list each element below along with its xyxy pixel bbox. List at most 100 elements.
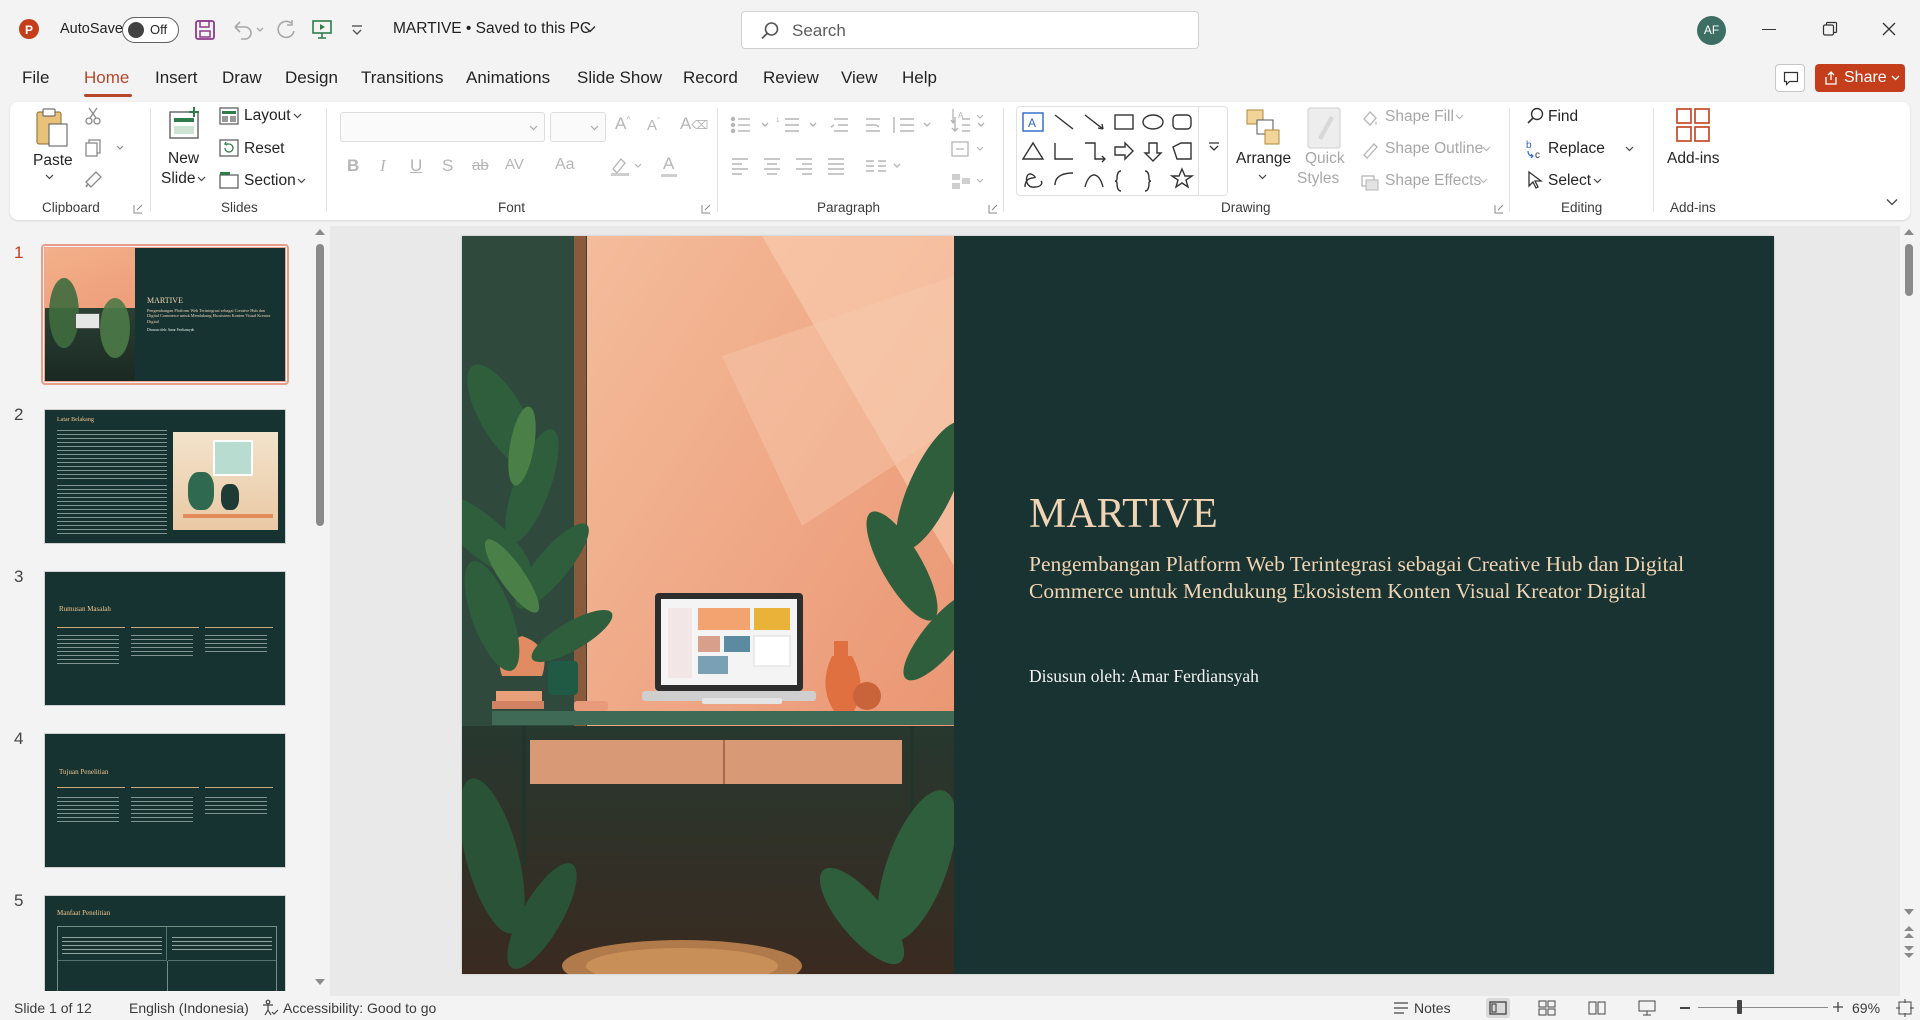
- section-button[interactable]: Section: [244, 172, 296, 190]
- slide-title[interactable]: MARTIVE: [1029, 490, 1218, 538]
- tab-help[interactable]: Help: [902, 68, 937, 88]
- reset-button[interactable]: Reset: [244, 140, 285, 158]
- arrange-button[interactable]: Arrange: [1236, 150, 1291, 168]
- tab-review[interactable]: Review: [763, 68, 819, 88]
- quick-styles-label-2[interactable]: Styles: [1297, 170, 1339, 188]
- layout-icon[interactable]: [219, 107, 239, 125]
- chevron-down-icon[interactable]: [1482, 146, 1491, 152]
- fit-to-window-icon[interactable]: [1896, 999, 1914, 1017]
- chevron-down-icon[interactable]: [1455, 114, 1464, 120]
- tab-animations[interactable]: Animations: [466, 68, 550, 88]
- tab-design[interactable]: Design: [285, 68, 338, 88]
- search-box[interactable]: Search: [741, 11, 1199, 49]
- tab-view[interactable]: View: [841, 68, 878, 88]
- italic-button[interactable]: I: [380, 156, 386, 176]
- font-color-button[interactable]: A: [663, 154, 674, 174]
- reset-icon[interactable]: [219, 139, 239, 157]
- convert-to-smartart-icon[interactable]: [950, 170, 986, 192]
- collapse-ribbon-icon[interactable]: [1886, 198, 1898, 206]
- cut-icon[interactable]: [84, 106, 102, 126]
- customize-toolbar-icon[interactable]: [350, 24, 364, 36]
- chevron-down-icon[interactable]: [1479, 178, 1488, 184]
- add-ins-button[interactable]: Add-ins: [1667, 150, 1720, 168]
- share-button[interactable]: Share: [1815, 64, 1905, 92]
- text-direction-icon[interactable]: A: [950, 106, 986, 128]
- next-slide-icon[interactable]: [1902, 944, 1916, 960]
- thumbnail-scrollbar-thumb[interactable]: [316, 244, 324, 526]
- dialog-launcher-icon[interactable]: [1494, 204, 1504, 214]
- align-text-icon[interactable]: [950, 138, 986, 160]
- paste-icon[interactable]: [34, 106, 70, 148]
- chevron-down-icon[interactable]: [1593, 178, 1602, 184]
- language-indicator[interactable]: English (Indonesia): [129, 1000, 249, 1016]
- save-icon[interactable]: [194, 19, 216, 41]
- slide-counter[interactable]: Slide 1 of 12: [14, 1000, 92, 1016]
- chevron-down-icon[interactable]: [1258, 174, 1267, 180]
- zoom-level[interactable]: 69%: [1852, 1000, 1880, 1016]
- shape-effects-icon[interactable]: [1360, 173, 1380, 191]
- highlight-color-icon[interactable]: [609, 155, 645, 177]
- chevron-down-icon[interactable]: [197, 176, 206, 182]
- chevron-down-icon[interactable]: [45, 174, 54, 180]
- zoom-slider-thumb[interactable]: [1737, 1000, 1742, 1014]
- section-icon[interactable]: [219, 171, 239, 189]
- dialog-launcher-icon[interactable]: [701, 204, 711, 214]
- slide-thumbnail-5[interactable]: Manfaat Penelitian: [44, 895, 286, 991]
- chevron-down-icon[interactable]: [1625, 146, 1634, 152]
- shape-fill-button[interactable]: Shape Fill: [1385, 108, 1454, 126]
- find-button[interactable]: Find: [1548, 108, 1578, 126]
- format-painter-icon[interactable]: [84, 170, 104, 188]
- shape-outline-icon[interactable]: [1360, 141, 1380, 159]
- tab-transitions[interactable]: Transitions: [361, 68, 444, 88]
- slide-thumbnail-1[interactable]: MARTIVE Pengembangan Platform Web Terint…: [44, 247, 286, 382]
- chevron-down-icon[interactable]: [297, 178, 306, 184]
- scroll-down-arrow-icon[interactable]: [314, 977, 326, 987]
- find-icon[interactable]: [1526, 106, 1546, 126]
- document-title[interactable]: MARTIVE • Saved to this PC: [393, 20, 591, 38]
- tab-insert[interactable]: Insert: [155, 68, 198, 88]
- notes-button[interactable]: Notes: [1414, 1000, 1451, 1016]
- clear-formatting-icon[interactable]: A⌫: [680, 114, 708, 134]
- new-slide-icon[interactable]: [166, 106, 204, 142]
- avatar[interactable]: AF: [1697, 16, 1726, 45]
- chevron-down-icon[interactable]: [584, 25, 596, 34]
- accessibility-status[interactable]: Accessibility: Good to go: [283, 1000, 436, 1016]
- slide-canvas[interactable]: MARTIVE Pengembangan Platform Web Terint…: [462, 236, 1774, 974]
- decrease-font-size-icon[interactable]: Aˇ: [647, 116, 660, 134]
- minimize-icon[interactable]: [1762, 29, 1776, 30]
- previous-slide-icon[interactable]: [1902, 924, 1916, 940]
- slide-subtitle[interactable]: Pengembangan Platform Web Terintegrasi s…: [1029, 551, 1729, 605]
- layout-button[interactable]: Layout: [244, 107, 291, 125]
- scroll-up-arrow-icon[interactable]: [1903, 227, 1915, 237]
- quick-styles-icon[interactable]: [1306, 106, 1342, 150]
- tab-draw[interactable]: Draw: [222, 68, 262, 88]
- slide-show-icon[interactable]: [1638, 999, 1656, 1017]
- reading-view-icon[interactable]: [1588, 1000, 1606, 1016]
- tab-slide-show[interactable]: Slide Show: [577, 68, 662, 88]
- replace-icon[interactable]: bc: [1524, 138, 1546, 160]
- strikethrough-button[interactable]: ab: [472, 157, 489, 174]
- dialog-launcher-icon[interactable]: [133, 204, 143, 214]
- scroll-down-arrow-icon[interactable]: [1903, 907, 1915, 917]
- font-size-box[interactable]: [550, 112, 606, 142]
- present-from-start-icon[interactable]: [311, 18, 335, 40]
- change-case-button[interactable]: Aa: [555, 156, 575, 174]
- arrange-icon[interactable]: [1243, 106, 1283, 148]
- text-shadow-button[interactable]: S: [442, 156, 453, 176]
- slide-sorter-icon[interactable]: [1538, 1000, 1556, 1016]
- new-slide-label-2[interactable]: Slide: [161, 170, 195, 188]
- add-ins-icon[interactable]: [1674, 106, 1712, 144]
- underline-button[interactable]: U: [410, 156, 422, 176]
- new-slide-label-1[interactable]: New: [168, 150, 199, 168]
- select-button[interactable]: Select: [1548, 172, 1591, 190]
- chevron-down-icon[interactable]: [293, 113, 302, 119]
- zoom-in-icon[interactable]: [1832, 1001, 1844, 1013]
- scroll-up-arrow-icon[interactable]: [314, 227, 326, 237]
- autosave-toggle[interactable]: Off: [122, 17, 179, 43]
- paste-button[interactable]: Paste: [33, 152, 73, 170]
- zoom-out-icon[interactable]: [1680, 1007, 1690, 1009]
- shapes-gallery-more[interactable]: [1198, 106, 1228, 196]
- dialog-launcher-icon[interactable]: [988, 204, 998, 214]
- tab-home[interactable]: Home: [84, 68, 129, 88]
- close-icon[interactable]: [1881, 21, 1897, 37]
